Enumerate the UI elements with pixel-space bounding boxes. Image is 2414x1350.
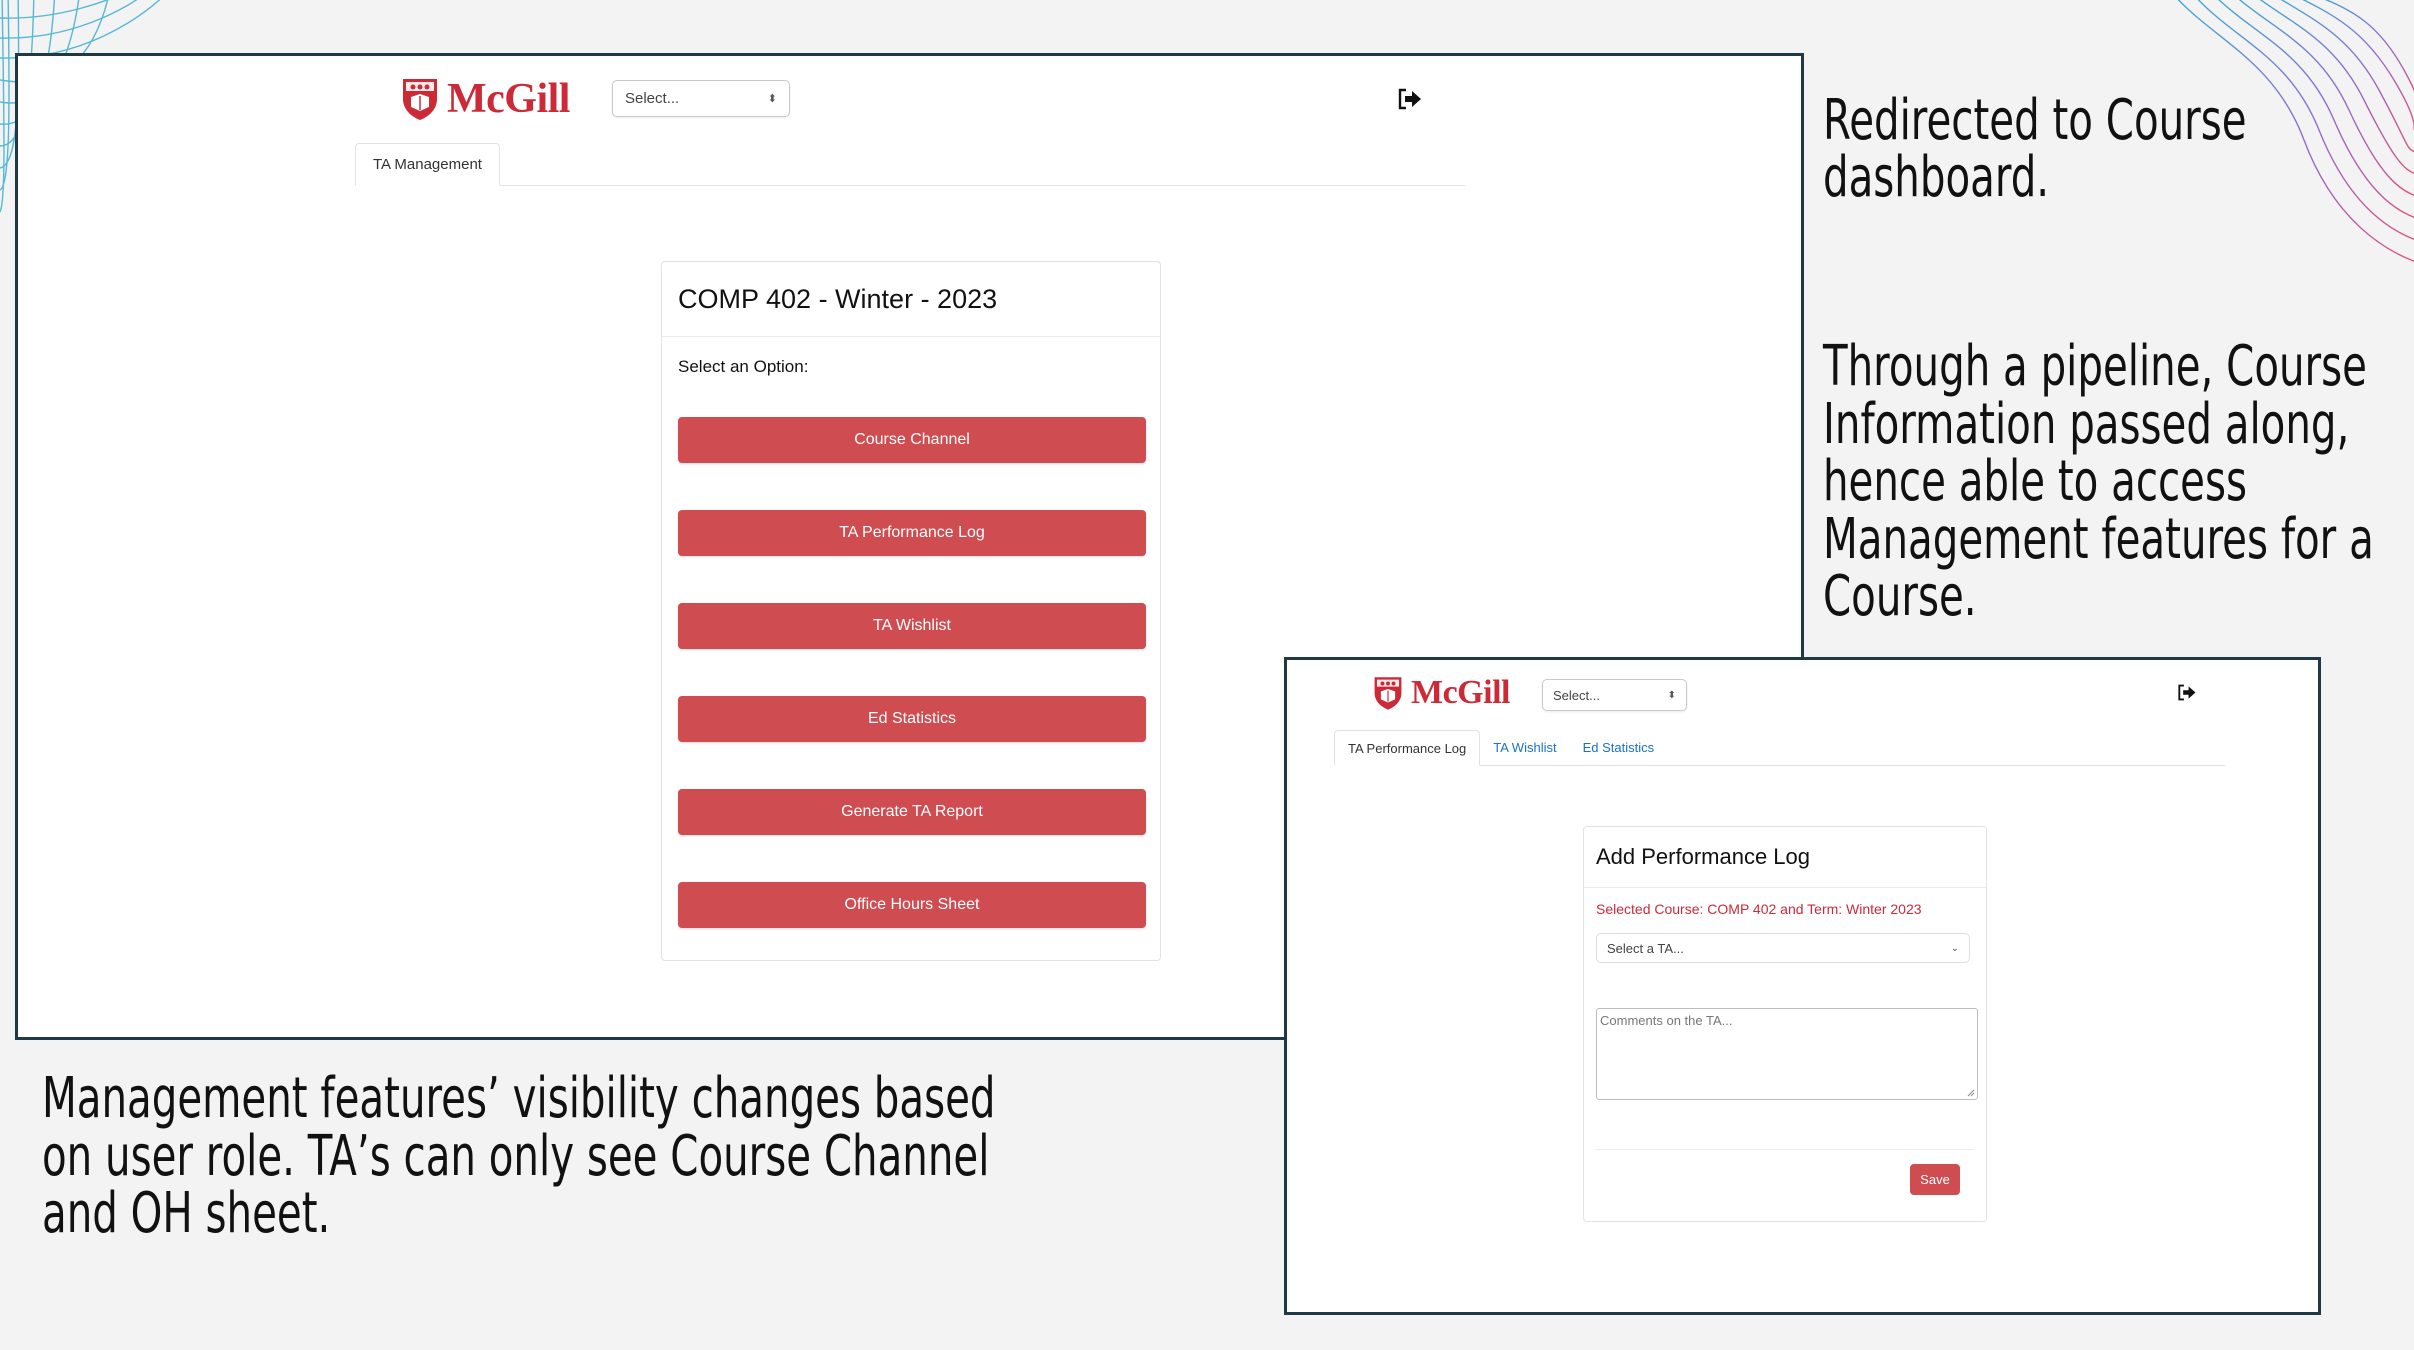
caption-line: on user role. TA’s can only see Course C… (42, 1123, 990, 1189)
tab-ta-performance-log[interactable]: TA Performance Log (1334, 730, 1481, 766)
office-hours-sheet-button[interactable]: Office Hours Sheet (678, 882, 1146, 928)
ta-wishlist-button[interactable]: TA Wishlist (678, 603, 1146, 649)
caption-line: Management features’ visibility changes … (42, 1066, 996, 1131)
caption-line: and OH sheet. (42, 1181, 331, 1246)
mcgill-logo[interactable]: McGill (1373, 674, 1510, 712)
selected-course-text: Selected Course: COMP 402 and Term: Wint… (1596, 901, 1922, 917)
tab-label: Ed Statistics (1582, 740, 1655, 755)
tab-label: TA Management (373, 156, 482, 173)
mcgill-crest-icon (1374, 677, 1402, 710)
page-select[interactable]: Select... ⬍ (1542, 679, 1687, 711)
save-button[interactable]: Save (1910, 1164, 1960, 1195)
sign-out-icon[interactable] (2177, 684, 2197, 701)
mcgill-logo[interactable]: McGill (401, 75, 570, 123)
caption-line: Redirected to Course (1823, 88, 2247, 153)
sign-out-icon[interactable] (1397, 88, 1423, 110)
select-label: Select... (625, 90, 680, 107)
add-performance-log-card: Add Performance Log Selected Course: COM… (1583, 826, 1987, 1222)
card-title: Add Performance Log (1584, 827, 1986, 888)
caption-line: Information passed along, (1823, 391, 2350, 457)
generate-ta-report-button[interactable]: Generate TA Report (678, 789, 1146, 835)
caption-line: Course. (1823, 564, 1977, 629)
caption-redirected: Redirected to Course dashboard. (1823, 92, 2247, 206)
ta-performance-log-button[interactable]: TA Performance Log (678, 510, 1146, 556)
card-title-text: Add Performance Log (1596, 844, 1811, 869)
caption-line: Management features for a (1823, 506, 2374, 572)
resize-handle-icon[interactable] (1967, 1089, 1975, 1097)
caption-visibility: Management features’ visibility changes … (42, 1070, 996, 1243)
course-channel-button[interactable]: Course Channel (678, 417, 1146, 463)
chevron-down-icon: ⌄ (1950, 942, 1959, 954)
chevron-updown-icon: ⬍ (1667, 689, 1676, 701)
logo-text: McGill (447, 76, 570, 122)
comments-placeholder: Comments on the TA... (1600, 1013, 1733, 1028)
caption-line: dashboard. (1823, 145, 2050, 210)
ta-select[interactable]: Select a TA... ⌄ (1596, 933, 1970, 963)
page-select[interactable]: Select... ⬍ (612, 80, 790, 117)
tab-ta-wishlist[interactable]: TA Wishlist (1480, 730, 1569, 765)
main-tabs: TA Management (355, 143, 1465, 186)
card-divider (1596, 1149, 1974, 1150)
caption-line: Through a pipeline, Course (1823, 334, 2367, 399)
tab-label: TA Performance Log (1348, 740, 1467, 756)
logo-text: McGill (1411, 674, 1510, 711)
select-label: Select... (1553, 687, 1600, 703)
tab-label: TA Wishlist (1493, 740, 1557, 755)
chevron-updown-icon: ⬍ (767, 93, 777, 105)
caption-pipeline: Through a pipeline, Course Information p… (1823, 338, 2374, 626)
course-title: COMP 402 - Winter - 2023 (678, 283, 998, 314)
management-tabs: TA Performance Log TA Wishlist Ed Statis… (1334, 730, 2225, 766)
ed-statistics-button[interactable]: Ed Statistics (678, 696, 1146, 742)
card-title: COMP 402 - Winter - 2023 (662, 262, 1160, 337)
comments-textarea[interactable]: Comments on the TA... (1596, 1008, 1978, 1100)
tab-ed-statistics[interactable]: Ed Statistics (1570, 730, 1668, 765)
select-option-label: Select an Option: (678, 357, 809, 376)
performance-log-screenshot: McGill Select... ⬍ TA Performance Log TA… (1284, 657, 2321, 1315)
caption-line: hence able to access (1823, 449, 2247, 514)
mcgill-crest-icon (403, 79, 437, 120)
tab-ta-management[interactable]: TA Management (355, 143, 500, 186)
course-options-card: COMP 402 - Winter - 2023 Select an Optio… (661, 261, 1161, 961)
ta-select-placeholder: Select a TA... (1607, 940, 1684, 956)
